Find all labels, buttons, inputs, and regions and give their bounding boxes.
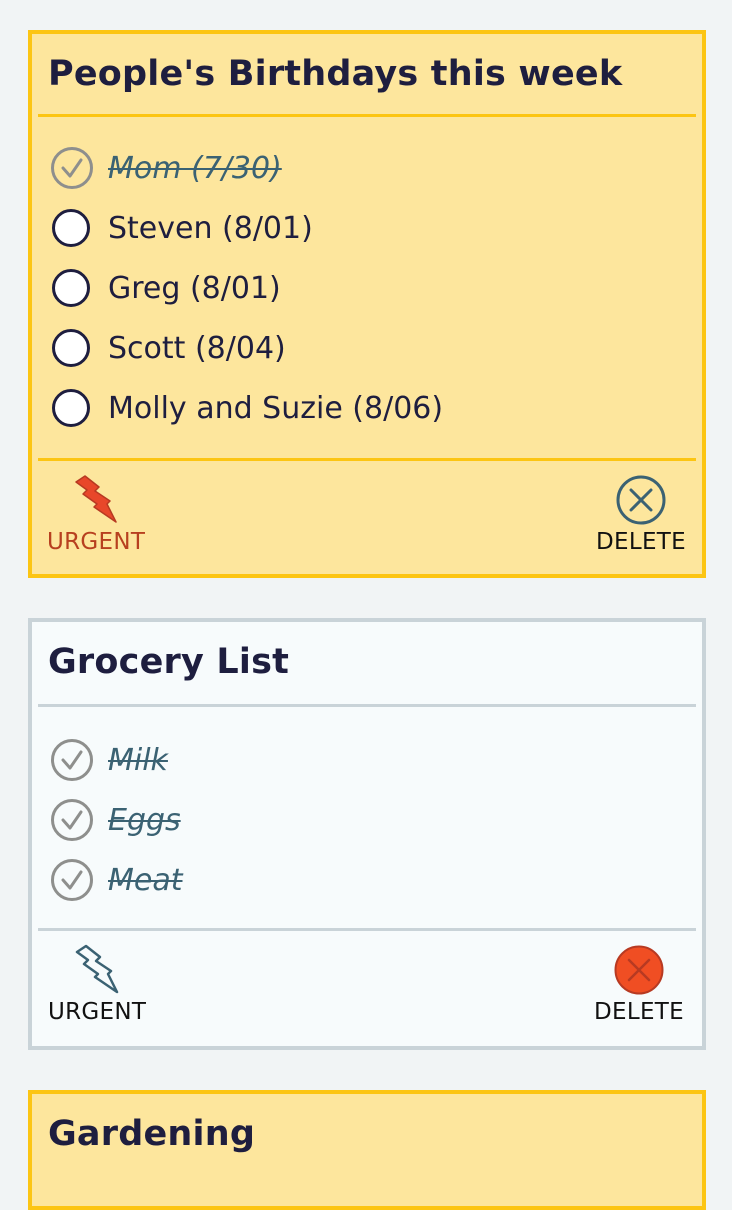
divider: [38, 458, 696, 461]
check-circle-icon[interactable]: [50, 858, 94, 902]
delete-button[interactable]: DELETE: [594, 944, 684, 1025]
note-title: People's Birthdays this week: [48, 54, 623, 94]
lightning-bolt-icon: [75, 475, 117, 523]
x-circle-icon: [616, 475, 666, 525]
task-item[interactable]: Steven (8/01): [52, 204, 313, 252]
delete-label: DELETE: [594, 999, 684, 1025]
check-circle-icon[interactable]: [50, 738, 94, 782]
task-label: Steven (8/01): [108, 210, 313, 246]
task-item[interactable]: Meat: [50, 856, 183, 904]
task-item[interactable]: Eggs: [50, 796, 181, 844]
task-label: Molly and Suzie (8/06): [108, 390, 444, 426]
note-card: Gardening: [28, 1090, 706, 1210]
task-label: Meat: [108, 862, 183, 898]
urgent-label: URGENT: [47, 529, 146, 555]
urgent-button[interactable]: URGENT: [48, 944, 146, 1025]
task-item[interactable]: Mom (7/30): [50, 144, 282, 192]
check-circle-icon[interactable]: [50, 146, 94, 190]
divider: [38, 704, 696, 707]
task-item[interactable]: Molly and Suzie (8/06): [52, 384, 443, 432]
note-title: Grocery List: [48, 642, 290, 682]
note-card: Grocery List Milk Eggs Meat URGENT DELET…: [28, 618, 706, 1050]
task-label: Scott (8/04): [108, 330, 286, 366]
delete-label: DELETE: [596, 529, 686, 555]
check-circle-icon[interactable]: [50, 798, 94, 842]
delete-button[interactable]: DELETE: [596, 474, 686, 555]
task-label: Milk: [108, 742, 168, 778]
divider: [38, 114, 696, 117]
task-item[interactable]: Scott (8/04): [52, 324, 286, 372]
empty-circle-icon[interactable]: [52, 389, 90, 427]
divider: [38, 928, 696, 931]
empty-circle-icon[interactable]: [52, 269, 90, 307]
urgent-button[interactable]: URGENT: [47, 474, 145, 555]
note-title: Gardening: [48, 1114, 256, 1154]
task-item[interactable]: Milk: [50, 736, 168, 784]
x-circle-icon: [614, 945, 664, 995]
empty-circle-icon[interactable]: [52, 209, 90, 247]
task-label: Eggs: [108, 802, 181, 838]
lightning-bolt-icon: [75, 944, 119, 994]
task-label: Mom (7/30): [108, 150, 282, 186]
urgent-label: URGENT: [48, 999, 147, 1025]
note-card: People's Birthdays this week Mom (7/30) …: [28, 30, 706, 578]
empty-circle-icon[interactable]: [52, 329, 90, 367]
task-label: Greg (8/01): [108, 270, 281, 306]
task-item[interactable]: Greg (8/01): [52, 264, 281, 312]
